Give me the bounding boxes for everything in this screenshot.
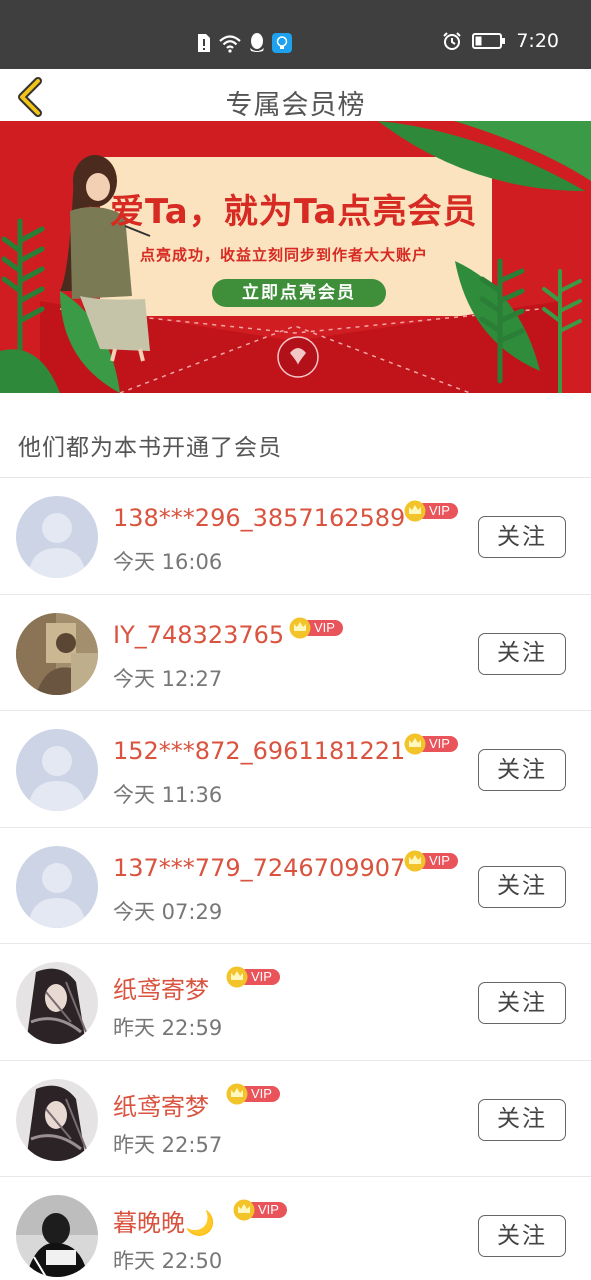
follow-button[interactable]: 关注 [478, 982, 566, 1024]
alarm-icon [443, 32, 462, 50]
vip-label: VIP [314, 619, 335, 635]
vip-label: VIP [251, 969, 272, 984]
status-icons-left [196, 32, 292, 53]
vip-badge: VIP [404, 850, 460, 872]
member-time: 昨天 22:57 [113, 1132, 223, 1157]
banner-headline: 爱Ta，就为Ta点亮会员 [110, 192, 478, 232]
list-item[interactable]: 138***296_3857162589 VIP 今天 16:06 关注 [0, 478, 591, 595]
avatar[interactable] [16, 845, 98, 928]
member-name[interactable]: IY_748323765 [113, 621, 284, 649]
avatar[interactable] [16, 1078, 98, 1161]
wifi-icon [219, 34, 241, 53]
avatar[interactable] [16, 612, 98, 695]
avatar[interactable] [16, 729, 98, 811]
vip-label: VIP [429, 503, 450, 518]
vip-badge: VIP [404, 733, 460, 755]
status-bar: 7:20 [0, 0, 591, 69]
vip-badge: VIP [233, 1199, 289, 1221]
lightbulb-app-icon [272, 32, 292, 53]
banner-subline: 点亮成功，收益立刻同步到作者大大账户 [140, 246, 429, 264]
member-name[interactable]: 152***872_6961181221 [113, 737, 405, 765]
vip-badge: VIP [226, 1083, 282, 1105]
vip-badge: VIP [404, 500, 460, 522]
list-item[interactable]: IY_748323765 VIP 今天 12:27 关注 [0, 595, 591, 711]
follow-button[interactable]: 关注 [478, 516, 566, 558]
page-title: 专属会员榜 [225, 90, 366, 121]
avatar[interactable] [16, 1195, 98, 1277]
follow-button[interactable]: 关注 [478, 1215, 566, 1257]
promo-banner[interactable]: 爱Ta，就为Ta点亮会员 点亮成功，收益立刻同步到作者大大账户 立即点亮会员 [0, 121, 591, 393]
member-time: 今天 16:06 [113, 550, 223, 574]
list-item[interactable]: 纸鸢寄梦 VIP 昨天 22:59 关注 [0, 944, 591, 1061]
follow-button[interactable]: 关注 [478, 865, 566, 908]
avatar[interactable] [16, 962, 98, 1044]
follow-button[interactable]: 关注 [478, 749, 566, 791]
sim-alert-icon [198, 33, 210, 52]
vip-label: VIP [429, 852, 450, 868]
member-name[interactable]: 纸鸢寄梦 [113, 970, 209, 1005]
member-name[interactable]: 138***296_3857162589 [113, 504, 405, 532]
list-item[interactable]: 纸鸢寄梦 VIP 昨天 22:57 关注 [0, 1061, 591, 1177]
status-icons-right: 7:20 [442, 30, 559, 52]
member-time: 今天 12:27 [113, 666, 223, 691]
list-item[interactable]: 137***779_7246709907 VIP 今天 07:29 关注 [0, 828, 591, 944]
section-title: 他们都为本书开通了会员 [18, 435, 282, 461]
member-time: 今天 07:29 [113, 899, 223, 924]
member-name[interactable]: 137***779_7246709907 [113, 854, 405, 882]
member-name[interactable]: 暮晚晚🌙 [113, 1203, 215, 1238]
vip-label: VIP [429, 736, 450, 751]
light-up-membership-button[interactable]: 立即点亮会员 [212, 279, 386, 307]
vip-badge: VIP [289, 617, 345, 639]
vip-label: VIP [258, 1202, 279, 1217]
member-list: 138***296_3857162589 VIP 今天 16:06 关注 IY_7483… [0, 478, 591, 1280]
member-time: 今天 11:36 [113, 783, 223, 807]
follow-button[interactable]: 关注 [478, 1098, 566, 1141]
member-time: 昨天 22:59 [113, 1016, 223, 1040]
header: 专属会员榜 [0, 69, 591, 121]
qq-icon [250, 33, 264, 52]
member-name[interactable]: 纸鸢寄梦 [113, 1087, 209, 1122]
battery-icon [472, 33, 506, 49]
member-time: 昨天 22:50 [113, 1249, 223, 1273]
vip-label: VIP [251, 1085, 272, 1101]
list-item[interactable]: 暮晚晚🌙 VIP 昨天 22:50 关注 [0, 1177, 591, 1280]
status-time: 7:20 [516, 30, 559, 52]
avatar[interactable] [16, 496, 98, 578]
list-item[interactable]: 152***872_6961181221 VIP 今天 11:36 关注 [0, 711, 591, 828]
vip-badge: VIP [226, 966, 282, 988]
follow-button[interactable]: 关注 [478, 632, 566, 675]
